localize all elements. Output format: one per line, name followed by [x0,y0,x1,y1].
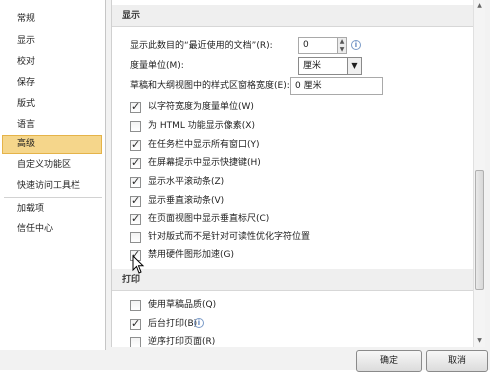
scroll-up-icon[interactable]: ▲ [474,0,485,12]
option-label: 在屏幕提示中显示快捷键(H) [148,158,261,168]
chevron-down-icon[interactable]: ▼ [347,58,361,74]
sidebar-item-save[interactable]: 保存 [2,74,102,93]
checkbox[interactable] [130,194,141,207]
sidebar-item-display[interactable]: 显示 [2,32,102,51]
cancel-button[interactable]: 取消 [426,350,488,372]
option-row[interactable]: 在屏幕提示中显示快捷键(H) [130,155,261,171]
option-label: 显示水平滚动条(Z) [148,177,225,187]
options-content: 显示 显示此数目的“最近使用的文档”(R): 0 ▲ ▼ i 度量单位(M): 厘… [111,0,473,347]
sidebar-item-language[interactable]: 语言 [2,116,102,135]
option-row[interactable]: 后台打印(B) [130,316,197,332]
checkbox[interactable] [130,156,141,169]
sidebar-item-customize-ribbon[interactable]: 自定义功能区 [2,156,102,175]
ok-button[interactable]: 确定 [356,350,422,372]
spin-arrows-icon[interactable]: ▲ ▼ [338,37,347,54]
units-label: 度量单位(M): [130,61,184,71]
option-label: 在任务栏中显示所有窗口(Y) [148,140,260,150]
option-row[interactable]: 以字符宽度为度量单位(W) [130,99,254,115]
vertical-scrollbar[interactable]: ▲ ▼ [473,0,485,347]
word-options-dialog: 常规 显示 校对 保存 版式 语言 高级 自定义功能区 快速访问工具栏 加载项 … [0,0,490,372]
option-label: 使用草稿品质(Q) [148,300,217,310]
checkbox[interactable] [130,336,141,347]
units-select[interactable]: 厘米 ▼ [298,57,362,75]
option-label: 针对版式而不是针对可读性优化字符位置 [148,232,311,242]
checkbox[interactable] [130,120,141,132]
checkbox[interactable] [130,138,141,151]
option-label: 显示垂直滚动条(V) [148,196,225,206]
option-label: 禁用硬件图形加速(G) [148,250,234,260]
option-label: 逆序打印页面(R) [148,337,216,347]
checkbox[interactable] [130,299,141,311]
units-select-value: 厘米 [303,61,322,71]
sidebar-item-layout[interactable]: 版式 [2,95,102,114]
info-icon: i [194,318,204,328]
option-row[interactable]: 显示垂直滚动条(V) [130,193,224,209]
option-label: 后台打印(B) [148,319,198,329]
sidebar-item-add-ins[interactable]: 加载项 [2,200,102,219]
checkbox[interactable] [130,100,141,113]
style-width-label: 草稿和大纲视图中的样式区窗格宽度(E): [130,81,290,91]
checkbox[interactable] [130,231,141,243]
option-label: 以字符宽度为度量单位(W) [148,102,254,112]
option-row[interactable]: 针对版式而不是针对可读性优化字符位置 [130,229,310,245]
options-sidebar: 常规 显示 校对 保存 版式 语言 高级 自定义功能区 快速访问工具栏 加载项 … [0,0,106,350]
option-label: 为 HTML 功能显示像素(X) [148,121,255,131]
display-section-header: 显示 [112,5,473,27]
option-label: 在页面视图中显示垂直标尺(C) [148,214,270,224]
info-icon: i [351,40,361,50]
checkbox[interactable] [130,317,141,330]
sidebar-divider [4,197,102,198]
checkbox[interactable] [130,212,141,225]
sidebar-item-general[interactable]: 常规 [2,10,102,29]
style-width-input[interactable]: 0 厘米 [290,77,383,95]
recent-docs-label: 显示此数目的“最近使用的文档”(R): [130,41,273,51]
option-row[interactable]: 使用草稿品质(Q) [130,297,216,313]
option-row[interactable]: 为 HTML 功能显示像素(X) [130,118,255,134]
checkbox[interactable] [130,175,141,188]
scrollbar-thumb[interactable] [475,170,484,290]
scroll-down-icon[interactable]: ▼ [474,335,485,347]
sidebar-item-quick-access-toolbar[interactable]: 快速访问工具栏 [2,177,102,196]
option-row[interactable]: 显示水平滚动条(Z) [130,174,224,190]
sidebar-item-advanced[interactable]: 高级 [2,135,102,154]
sidebar-item-trust-center[interactable]: 信任中心 [2,220,102,239]
option-row[interactable]: 在任务栏中显示所有窗口(Y) [130,137,260,153]
sidebar-item-proofing[interactable]: 校对 [2,53,102,72]
option-row[interactable]: 在页面视图中显示垂直标尺(C) [130,211,269,227]
mouse-pointer-icon [132,255,145,274]
recent-docs-input[interactable]: 0 [298,37,338,54]
print-section-header: 打印 [112,269,473,291]
option-row[interactable]: 逆序打印页面(R) [130,334,215,347]
